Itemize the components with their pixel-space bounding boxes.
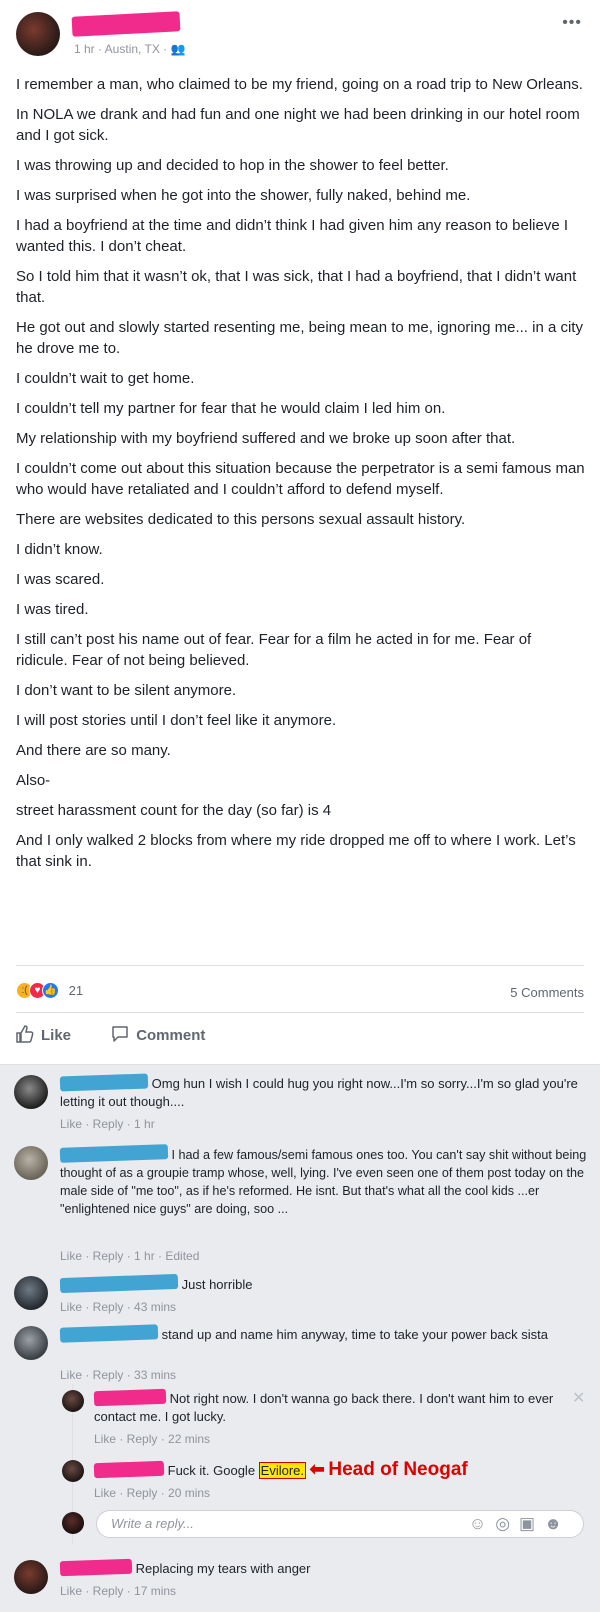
like-button[interactable]: Like bbox=[16, 1025, 71, 1044]
post-paragraph: I couldn’t wait to get home. bbox=[16, 370, 195, 387]
post-paragraph: I didn’t know. bbox=[16, 541, 103, 558]
friends-icon: 👥 bbox=[170, 42, 186, 56]
reply-input-box[interactable]: Write a reply... ☺◎▣☻ bbox=[96, 1510, 584, 1538]
reactions-summary[interactable]: :(♥ 👍 21 5 Comments bbox=[16, 982, 584, 1006]
current-user-avatar-wrap bbox=[62, 1512, 92, 1536]
comment-actions[interactable]: Like · Reply · 17 mins bbox=[60, 1582, 176, 1600]
ellipsis-icon[interactable]: ••• bbox=[562, 14, 582, 32]
redacted-replier-name bbox=[93, 1460, 165, 1479]
comment-actions[interactable]: Like · Reply · 43 mins bbox=[60, 1298, 176, 1316]
post-paragraph: I couldn’t tell my partner for fear that… bbox=[16, 400, 446, 417]
reaction-count: 21 bbox=[68, 983, 84, 999]
post-paragraph: And I only walked 2 blocks from where my… bbox=[16, 832, 576, 870]
comment-body: Replacing my tears with anger bbox=[59, 1558, 580, 1578]
post-paragraph: My relationship with my boyfriend suffer… bbox=[16, 430, 516, 447]
comment-body: Omg hun I wish I could hug you right now… bbox=[59, 1073, 580, 1111]
comment-item: Just horrible Like · Reply · 43 mins bbox=[14, 1273, 584, 1320]
speech-bubble-icon bbox=[112, 1026, 128, 1042]
sticker-icon[interactable]: ☻ bbox=[544, 1514, 571, 1533]
reply-input[interactable]: Write a reply... bbox=[111, 1516, 194, 1531]
post-paragraph: And there are so many. bbox=[16, 742, 171, 759]
post-paragraph: He got out and slowly started resenting … bbox=[16, 319, 583, 357]
post-paragraph: I still can’t post his name out of fear.… bbox=[16, 631, 532, 669]
redacted-replier-name bbox=[93, 1388, 167, 1407]
post-paragraph: Also- bbox=[16, 772, 51, 789]
redacted-commenter-name bbox=[59, 1324, 159, 1343]
post-paragraph: I was surprised when he got into the sho… bbox=[16, 187, 471, 204]
post-paragraph: I couldn’t come out about this situation… bbox=[16, 460, 585, 498]
post-paragraph: There are websites dedicated to this per… bbox=[16, 511, 466, 528]
divider bbox=[16, 1012, 584, 1013]
post-paragraph: So I told him that it wasn’t ok, that I … bbox=[16, 268, 577, 306]
comment-actions[interactable]: Like · Reply · 1 hr bbox=[60, 1115, 155, 1133]
reply-tools: ☺◎▣☻ bbox=[469, 1514, 571, 1534]
comment-button[interactable]: Comment bbox=[111, 1025, 205, 1044]
post-paragraph: I remember a man, who claimed to be my f… bbox=[16, 76, 583, 93]
comment-text: Just horrible bbox=[181, 1277, 253, 1292]
post-body: I remember a man, who claimed to be my f… bbox=[16, 74, 586, 881]
comment-body: Just horrible bbox=[59, 1273, 580, 1294]
replier-avatar[interactable] bbox=[62, 1460, 84, 1482]
reply-body: Not right now. I don't wanna go back the… bbox=[93, 1388, 554, 1426]
comment-body: stand up and name him anyway, time to ta… bbox=[59, 1324, 590, 1344]
reply-body: Fuck it. Google Evilore. ⬅ Head of Neoga… bbox=[93, 1459, 584, 1480]
comment-item: Omg hun I wish I could hug you right now… bbox=[14, 1073, 584, 1135]
post-paragraph: I was throwing up and decided to hop in … bbox=[16, 157, 449, 174]
replier-avatar[interactable] bbox=[62, 1390, 84, 1412]
post-meta-text: 1 hr · Austin, TX · bbox=[74, 42, 171, 56]
post-paragraph: I don’t want to be silent anymore. bbox=[16, 682, 237, 699]
comment-item: Replacing my tears with anger Like · Rep… bbox=[14, 1558, 584, 1604]
like-reaction-icon: 👍 bbox=[42, 982, 59, 1000]
comment-text: stand up and name him anyway, time to ta… bbox=[161, 1327, 548, 1342]
comment-actions[interactable]: Like · Reply · 1 hr · Edited bbox=[60, 1247, 199, 1265]
comments-count-link[interactable]: 5 Comments bbox=[510, 985, 584, 1000]
post-paragraph: In NOLA we drank and had fun and one nig… bbox=[16, 106, 580, 144]
comment-body: I had a few famous/semi famous ones too.… bbox=[59, 1144, 590, 1218]
gif-icon[interactable]: ▣ bbox=[519, 1514, 544, 1533]
reply-actions[interactable]: Like · Reply · 20 mins bbox=[94, 1484, 210, 1502]
commenter-avatar[interactable] bbox=[14, 1146, 48, 1180]
comment-item: stand up and name him anyway, time to ta… bbox=[14, 1324, 584, 1386]
emoji-icon[interactable]: ☺ bbox=[469, 1514, 495, 1533]
redacted-commenter-name bbox=[59, 1073, 149, 1092]
redacted-commenter-name bbox=[59, 1144, 169, 1163]
reply-item: Not right now. I don't wanna go back the… bbox=[62, 1388, 584, 1450]
post-paragraph: street harassment count for the day (so … bbox=[16, 802, 332, 819]
redacted-author-name bbox=[71, 11, 181, 37]
comment-text: Replacing my tears with anger bbox=[135, 1561, 311, 1576]
left-arrow-icon: ⬅ bbox=[309, 1459, 325, 1479]
author-avatar[interactable] bbox=[16, 12, 60, 56]
commenter-avatar[interactable] bbox=[14, 1560, 48, 1594]
annotation-label: Head of Neogaf bbox=[328, 1459, 468, 1480]
camera-icon[interactable]: ◎ bbox=[495, 1514, 519, 1533]
comment-item: I had a few famous/semi famous ones too.… bbox=[14, 1144, 586, 1268]
post-paragraph: I had a boyfriend at the time and didn’t… bbox=[16, 217, 569, 255]
reply-item: Fuck it. Google Evilore. ⬅ Head of Neoga… bbox=[62, 1460, 584, 1504]
comment-actions[interactable]: Like · Reply · 33 mins bbox=[60, 1366, 176, 1384]
divider bbox=[16, 965, 584, 966]
like-label: Like bbox=[41, 1027, 72, 1044]
redacted-commenter-name bbox=[59, 1273, 179, 1294]
post-meta: 1 hr · Austin, TX · 👥 bbox=[74, 42, 185, 56]
post-actions: Like Comment bbox=[16, 1025, 241, 1055]
commenter-avatar[interactable] bbox=[14, 1326, 48, 1360]
post-card: 1 hr · Austin, TX · 👥 ••• I remember a m… bbox=[0, 0, 600, 1065]
commenter-avatar[interactable] bbox=[14, 1075, 48, 1109]
reply-text: Fuck it. Google bbox=[167, 1463, 259, 1478]
highlighted-name: Evilore. bbox=[258, 1462, 307, 1479]
close-icon[interactable]: ✕ bbox=[572, 1388, 585, 1408]
post-paragraph: I was scared. bbox=[16, 571, 105, 588]
reply-actions[interactable]: Like · Reply · 22 mins bbox=[94, 1430, 210, 1448]
post-paragraph: I will post stories until I don’t feel l… bbox=[16, 712, 337, 729]
thumbs-up-icon bbox=[16, 1025, 34, 1043]
post-paragraph: I was tired. bbox=[16, 601, 89, 618]
comment-label: Comment bbox=[136, 1027, 206, 1044]
redacted-commenter-name bbox=[59, 1558, 133, 1577]
current-user-avatar[interactable] bbox=[62, 1512, 84, 1534]
commenter-avatar[interactable] bbox=[14, 1276, 48, 1310]
